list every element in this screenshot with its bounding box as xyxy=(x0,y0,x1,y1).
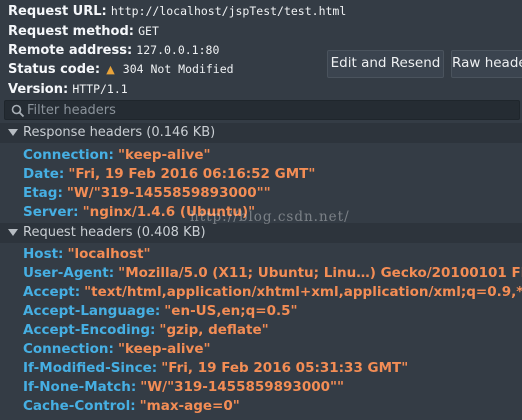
header-name: Server: xyxy=(23,204,79,220)
filter-headers-box[interactable] xyxy=(4,100,520,120)
header-name: Host: xyxy=(23,246,64,262)
header-name: If-None-Match: xyxy=(23,379,137,395)
header-value: "en-US,en;q=0.5" xyxy=(164,303,298,319)
header-value: "keep-alive" xyxy=(117,147,211,163)
header-row[interactable]: Host: "localhost" xyxy=(0,245,522,264)
header-row[interactable]: Etag: "W/"319-1455859893000"" xyxy=(0,184,522,203)
header-row[interactable]: Connection: "keep-alive" xyxy=(0,146,522,165)
header-value: "Mozilla/5.0 (X11; Ubuntu; Linu…) Gecko/… xyxy=(118,265,522,281)
header-name: Etag: xyxy=(23,185,63,201)
status-code-value: 304 Not Modified xyxy=(122,62,234,76)
header-name: Connection: xyxy=(23,147,114,163)
header-value: "gzip, deflate" xyxy=(159,322,269,338)
header-row[interactable]: Cache-Control: "max-age=0" xyxy=(0,397,522,416)
header-row[interactable]: Accept-Encoding: "gzip, deflate" xyxy=(0,321,522,340)
remote-address-line: Remote address: 127.0.0.1:80 xyxy=(8,40,219,60)
remote-address-label: Remote address: xyxy=(8,43,133,58)
header-value: "keep-alive" xyxy=(117,341,211,357)
header-name: Accept: xyxy=(23,284,81,300)
header-name: Accept-Encoding: xyxy=(23,322,156,338)
edit-and-resend-button[interactable]: Edit and Resend xyxy=(327,50,444,78)
header-value: "max-age=0" xyxy=(139,398,240,414)
request-summary: Request URL: http://localhost/jspTest/te… xyxy=(0,0,522,99)
header-name: Connection: xyxy=(23,341,114,357)
raw-headers-button[interactable]: Raw headers xyxy=(451,50,522,78)
request-url-label: Request URL: xyxy=(8,4,107,19)
remote-address-value: 127.0.0.1:80 xyxy=(136,43,220,57)
header-name: Accept-Language: xyxy=(23,303,161,319)
warning-triangle-icon: ▲ xyxy=(106,63,115,76)
header-value: "localhost" xyxy=(67,246,151,262)
header-row[interactable]: Date: "Fri, 19 Feb 2016 06:16:52 GMT" xyxy=(0,165,522,184)
header-row[interactable]: If-None-Match: "W/"319-1455859893000"" xyxy=(0,378,522,397)
request-headers-section-toggle[interactable]: Request headers (0.408 KB) xyxy=(0,223,522,243)
version-value: HTTP/1.1 xyxy=(72,82,128,96)
request-method-line: Request method: GET xyxy=(8,21,159,41)
version-label: Version: xyxy=(8,82,69,97)
header-value: "text/html,application/xhtml+xml,applica… xyxy=(84,284,522,300)
status-code-line: Status code: ▲ 304 Not Modified xyxy=(8,59,234,79)
request-method-label: Request method: xyxy=(8,24,134,39)
header-value: "W/"319-1455859893000"" xyxy=(66,185,271,201)
watermark: http://blog.csdn.net/ xyxy=(190,209,350,225)
filter-headers-input[interactable] xyxy=(27,101,507,119)
header-row[interactable]: User-Agent: "Mozilla/5.0 (X11; Ubuntu; Li… xyxy=(0,264,522,283)
response-headers-section-toggle[interactable]: Response headers (0.146 KB) xyxy=(0,123,522,143)
header-value: "W/"319-1455859893000"" xyxy=(140,379,345,395)
request-url-value[interactable]: http://localhost/jspTest/test.html xyxy=(111,4,346,18)
header-name: User-Agent: xyxy=(23,265,115,281)
version-line: Version: HTTP/1.1 xyxy=(8,79,128,99)
response-headers-title: Response headers (0.146 KB) xyxy=(23,125,216,140)
header-value: "Fri, 19 Feb 2016 05:31:33 GMT" xyxy=(161,360,409,376)
header-name: If-Modified-Since: xyxy=(23,360,158,376)
header-value: "Fri, 19 Feb 2016 06:16:52 GMT" xyxy=(68,166,316,182)
header-row[interactable]: Accept-Language: "en-US,en;q=0.5" xyxy=(0,302,522,321)
request-headers-title: Request headers (0.408 KB) xyxy=(23,225,206,240)
status-code-label: Status code: xyxy=(8,62,101,77)
search-icon xyxy=(11,103,25,122)
header-row[interactable]: Accept: "text/html,application/xhtml+xml,… xyxy=(0,283,522,302)
request-url-line: Request URL: http://localhost/jspTest/te… xyxy=(8,1,346,21)
header-row[interactable]: If-Modified-Since: "Fri, 19 Feb 2016 05:3… xyxy=(0,359,522,378)
expand-triangle-icon[interactable] xyxy=(8,129,18,136)
request-method-value: GET xyxy=(138,24,159,38)
header-name: Date: xyxy=(23,166,65,182)
expand-triangle-icon[interactable] xyxy=(8,229,18,236)
header-row[interactable]: Connection: "keep-alive" xyxy=(0,340,522,359)
header-name: Cache-Control: xyxy=(23,398,136,414)
